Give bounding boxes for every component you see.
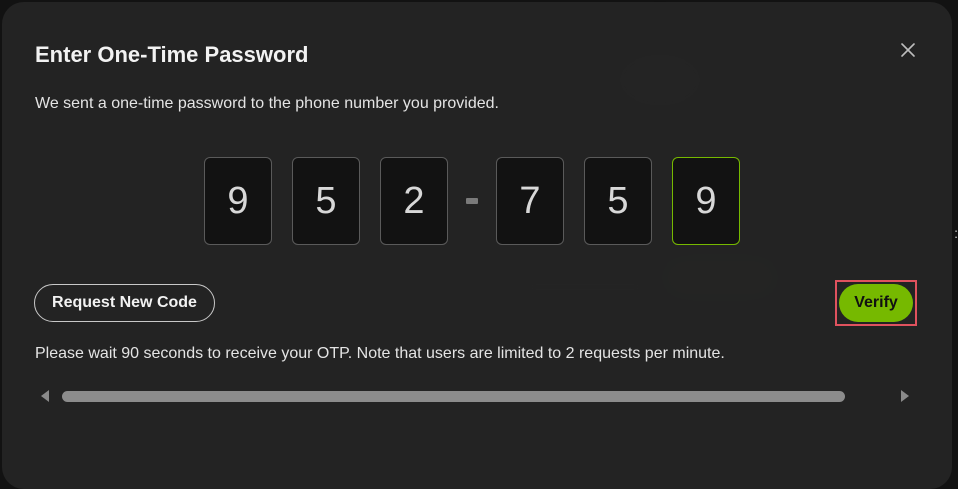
close-icon (901, 43, 915, 57)
horizontal-scrollbar-thumb[interactable] (62, 391, 845, 402)
otp-digit-1[interactable] (204, 157, 272, 245)
otp-separator (466, 198, 478, 204)
otp-digit-2[interactable] (292, 157, 360, 245)
dialog-title: Enter One-Time Password (35, 42, 309, 67)
otp-input-group (204, 157, 740, 245)
background-glyph: : (954, 225, 958, 241)
wait-message: Please wait 90 seconds to receive your O… (35, 345, 725, 362)
page: : Enter One-Time Password We sent a one-… (0, 0, 958, 489)
request-new-code-button[interactable]: Request New Code (34, 284, 215, 322)
otp-digit-5[interactable] (584, 157, 652, 245)
otp-dialog: Enter One-Time Password We sent a one-ti… (2, 2, 952, 489)
scroll-left-arrow[interactable] (41, 390, 49, 402)
verify-button[interactable]: Verify (839, 284, 913, 322)
close-button[interactable] (898, 40, 918, 60)
dialog-subtitle: We sent a one-time password to the phone… (35, 95, 499, 112)
scroll-right-arrow[interactable] (901, 390, 909, 402)
otp-digit-6[interactable] (672, 157, 740, 245)
otp-digit-3[interactable] (380, 157, 448, 245)
otp-digit-4[interactable] (496, 157, 564, 245)
